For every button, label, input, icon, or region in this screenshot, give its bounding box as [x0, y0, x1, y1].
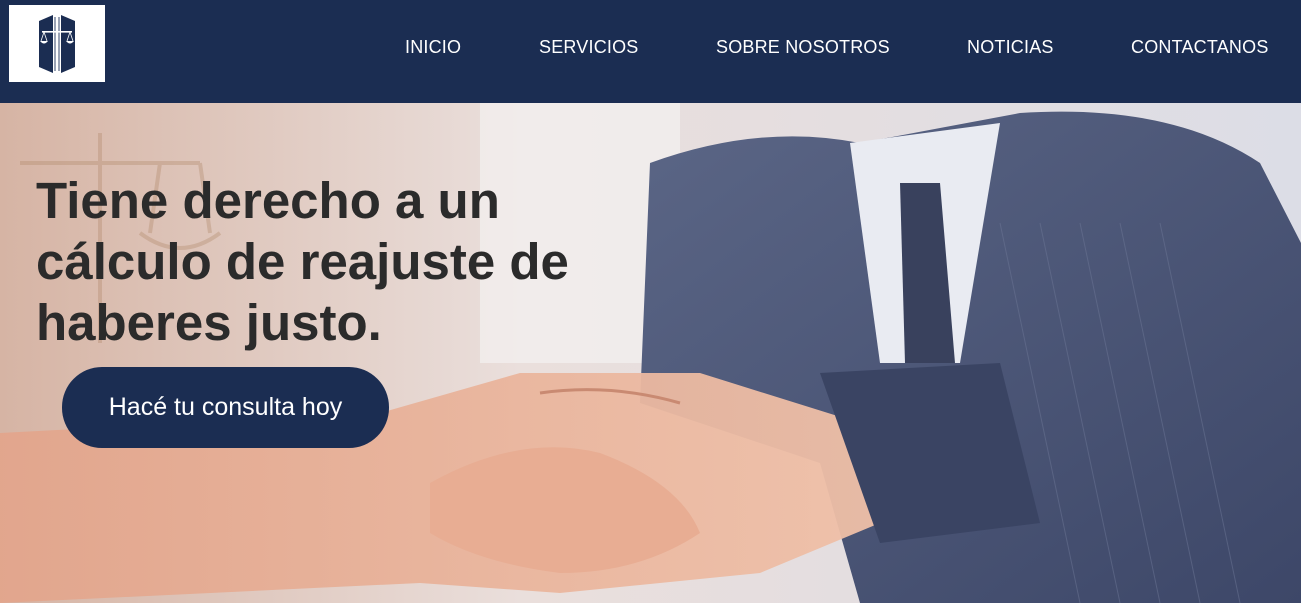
nav-link-noticias[interactable]: NOTICIAS — [967, 37, 1054, 57]
consulta-button[interactable]: Hacé tu consulta hoy — [62, 367, 389, 448]
hero-headline: Tiene derecho a un cálculo de reajuste d… — [36, 172, 569, 351]
nav-link-contactanos[interactable]: CONTACTANOS — [1131, 37, 1269, 57]
nav-link-inicio[interactable]: INICIO — [405, 37, 461, 57]
nav-link-servicios[interactable]: SERVICIOS — [539, 37, 639, 57]
main-nav: INICIO SERVICIOS SOBRE NOSOTROS NOTICIAS… — [0, 0, 1301, 103]
top-navigation-bar: INICIO SERVICIOS SOBRE NOSOTROS NOTICIAS… — [0, 0, 1301, 103]
nav-link-sobre-nosotros[interactable]: SOBRE NOSOTROS — [716, 37, 890, 57]
hero-banner: Tiene derecho a un cálculo de reajuste d… — [0, 103, 1301, 603]
